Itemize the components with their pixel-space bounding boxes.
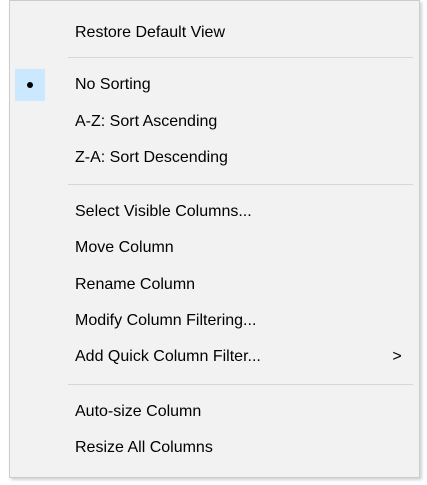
radio-bullet-icon <box>27 82 33 88</box>
menu-item-label: Resize All Columns <box>75 439 213 456</box>
menu-item-label: Z-A: Sort Descending <box>75 149 228 166</box>
menu-item-resize-all-columns[interactable]: Resize All Columns <box>10 430 419 466</box>
menu-item-label: Add Quick Column Filter... <box>75 348 261 365</box>
menu-item-label: No Sorting <box>75 76 151 93</box>
menu-separator <box>68 184 413 185</box>
menu-item-label: A-Z: Sort Ascending <box>75 113 218 130</box>
menu-item-rename-column[interactable]: Rename Column <box>10 267 419 303</box>
menu-item-sort-descending[interactable]: Z-A: Sort Descending <box>10 140 419 176</box>
chevron-right-icon: > <box>392 348 402 365</box>
menu-item-label: Move Column <box>75 239 174 256</box>
menu-item-add-quick-column-filter[interactable]: Add Quick Column Filter... > <box>10 339 419 375</box>
menu-item-move-column[interactable]: Move Column <box>10 230 419 266</box>
menu-item-label: Select Visible Columns... <box>75 203 252 220</box>
menu-item-label: Auto-size Column <box>75 403 202 420</box>
menu-item-auto-size-column[interactable]: Auto-size Column <box>10 394 419 430</box>
menu-item-label: Modify Column Filtering... <box>75 312 257 329</box>
context-menu: Restore Default View No Sorting A-Z: Sor… <box>9 0 420 478</box>
selected-indicator <box>15 69 45 101</box>
menu-item-sort-ascending[interactable]: A-Z: Sort Ascending <box>10 104 419 140</box>
menu-item-no-sorting[interactable]: No Sorting <box>10 67 419 103</box>
menu-item-label: Rename Column <box>75 276 196 293</box>
menu-item-label: Restore Default View <box>75 24 225 41</box>
menu-item-restore-default-view[interactable]: Restore Default View <box>10 15 419 51</box>
menu-separator <box>68 384 413 385</box>
menu-item-modify-column-filtering[interactable]: Modify Column Filtering... <box>10 303 419 339</box>
menu-item-select-visible-columns[interactable]: Select Visible Columns... <box>10 194 419 230</box>
menu-separator <box>68 57 413 58</box>
